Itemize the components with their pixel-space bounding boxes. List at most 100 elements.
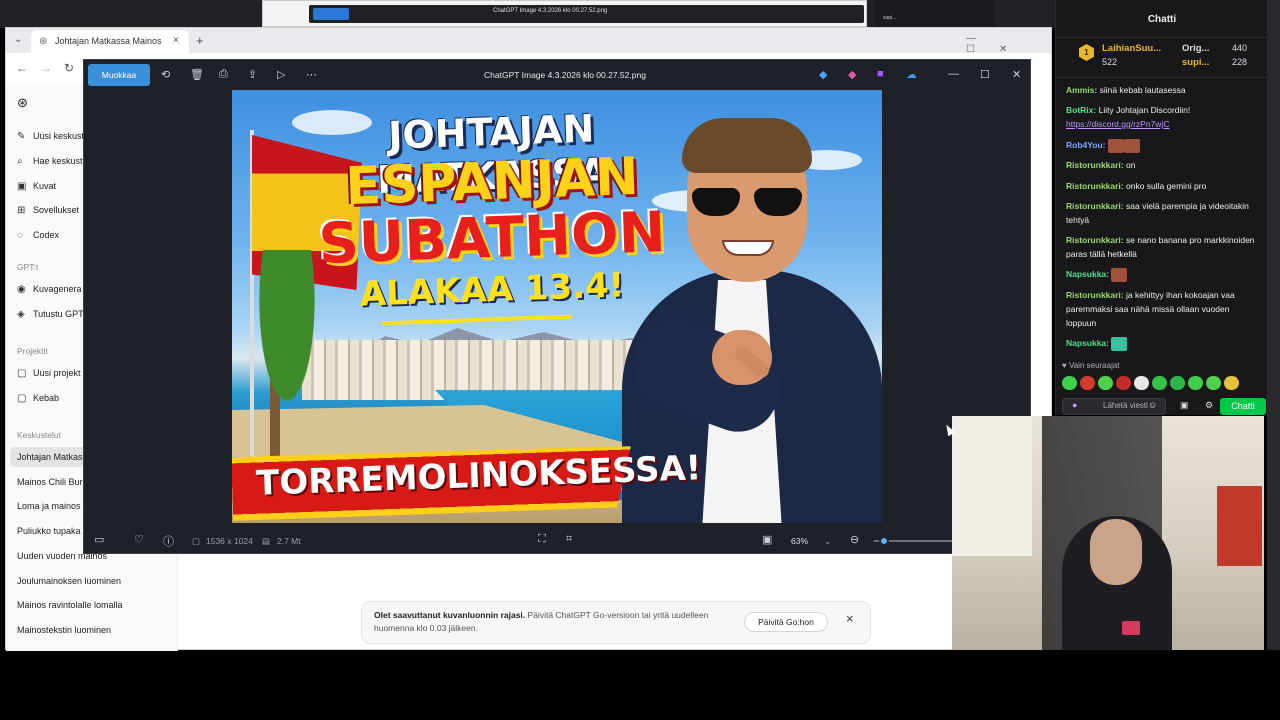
discord-link[interactable]: https://discord.gg/rzPn7wjC	[1066, 119, 1169, 129]
rotate-icon[interactable]: ⟲	[161, 68, 170, 81]
zoom-level[interactable]: 63%	[791, 536, 808, 546]
edit-button[interactable]: Muokkaa	[88, 64, 150, 86]
gpt-avatar-icon: ◉	[17, 284, 26, 295]
chat-username[interactable]: Napsukka:	[1066, 338, 1109, 348]
leader-name[interactable]: LaihianSuu...	[1102, 43, 1161, 54]
new-tab-button[interactable]: +	[196, 33, 204, 48]
info-icon[interactable]: ⓘ	[163, 533, 174, 549]
stream-chat-panel: Chatti 1 LaihianSuu... 522 Orig... 440 s…	[1055, 0, 1268, 415]
viewer-toolbar: Muokkaa ⟲ 🗑 ⎙ ⇪ ▷ ⋯ ChatGPT Image 4.3.20…	[84, 60, 1030, 90]
emote-icon[interactable]	[1152, 376, 1167, 390]
chat-send-button[interactable]: Chatti	[1220, 398, 1266, 415]
emote-icon[interactable]	[1224, 376, 1239, 390]
tab-list-icon[interactable]: ⌄	[14, 34, 22, 45]
chat-username[interactable]: BotRix:	[1066, 105, 1096, 115]
emote-icon[interactable]	[1116, 376, 1131, 390]
minimize-icon[interactable]: —	[948, 68, 959, 80]
zoom-slider-handle[interactable]	[879, 536, 889, 546]
sidebar-item-label: Uusi projekt	[33, 368, 81, 378]
image-limit-notice: Olet saavuttanut kuvanluonnin rajasi. Pä…	[361, 601, 871, 644]
chat-username[interactable]: Ammis:	[1066, 85, 1097, 95]
more-options-icon[interactable]: ⋯	[306, 68, 317, 81]
codex-icon: ◌	[17, 230, 23, 241]
onedrive-icon[interactable]: ☁	[906, 68, 917, 81]
chat-username[interactable]: Ristorunkkari:	[1066, 290, 1124, 300]
delete-icon[interactable]: 🗑	[190, 68, 204, 81]
date-underline	[381, 314, 573, 326]
chat-message: Ristorunkkari: se nano banana pro markki…	[1066, 233, 1262, 261]
folder-icon: ▢	[17, 393, 27, 404]
forward-button[interactable]: →	[40, 61, 52, 75]
emote-icon[interactable]	[1170, 376, 1185, 390]
chatgpt-favicon-icon: ⊛	[39, 36, 48, 47]
pencil-icon: ✎	[17, 131, 26, 142]
streamer-face	[1090, 519, 1142, 585]
search-icon: ⌕	[17, 156, 23, 167]
favorite-icon[interactable]: ♡	[134, 533, 144, 546]
crop-icon[interactable]: ⛶	[538, 533, 546, 546]
fit-to-window-icon[interactable]: ▣	[762, 533, 772, 546]
chat-username[interactable]: Ristorunkkari:	[1066, 235, 1124, 245]
close-icon[interactable]: ✕	[1012, 68, 1021, 81]
emote-icon[interactable]	[1206, 376, 1221, 390]
emote-bar	[1062, 376, 1262, 390]
reload-button[interactable]: ↻	[64, 61, 74, 75]
leader-count: 440	[1232, 43, 1248, 53]
chat-username[interactable]: Rob4You:	[1066, 140, 1106, 150]
chat-username[interactable]: Ristorunkkari:	[1066, 181, 1124, 191]
image-size-icon: ▢	[192, 536, 201, 546]
emoji-icon[interactable]: ☺	[1148, 400, 1157, 410]
image-dimensions: 1536 x 1024	[206, 536, 253, 546]
emote-icon[interactable]	[1134, 376, 1149, 390]
leader-name[interactable]: Orig...	[1182, 43, 1209, 54]
tab-title: Johtajan Matkassa Mainos	[55, 36, 162, 46]
chat-item[interactable]: Mainostekstin luominen	[17, 625, 177, 635]
chat-item[interactable]: Joulumainoksen luominen	[17, 576, 177, 586]
window-controls[interactable]: —☐✕	[966, 33, 1051, 55]
leader-name[interactable]: supi...	[1182, 57, 1209, 68]
designer-icon[interactable]: ◆	[819, 68, 827, 81]
chat-text: siinä kebab lautasessa	[1099, 85, 1186, 95]
visual-search-icon[interactable]: ⌗	[566, 533, 572, 546]
chat-username[interactable]: Ristorunkkari:	[1066, 160, 1124, 170]
tab-close-icon[interactable]: ×	[173, 35, 179, 46]
chat-item[interactable]: Mainos ravintolalle lomalla	[17, 600, 177, 610]
chat-username[interactable]: Ristorunkkari:	[1066, 201, 1124, 211]
chevron-down-icon[interactable]: ⌄	[824, 536, 831, 547]
chat-message: Napsukka:	[1066, 267, 1262, 282]
file-size-icon: ▤	[262, 536, 271, 546]
chat-username[interactable]: Napsukka:	[1066, 269, 1109, 279]
gear-icon[interactable]: ⚙	[1205, 400, 1213, 411]
chat-text: onko sulla gemini pro	[1126, 181, 1207, 191]
zoom-out-icon[interactable]: ⊖	[850, 533, 859, 546]
close-notice-icon[interactable]: ×	[846, 611, 854, 626]
followers-only-label: ♥ Vain seuraajat	[1062, 361, 1120, 370]
chat-text: on	[1126, 160, 1136, 170]
chat-message: BotRix: Liity Johtajan Discordiin! https:…	[1066, 103, 1262, 131]
slideshow-icon[interactable]: ▷	[277, 68, 285, 81]
copilot-icon[interactable]: ◆	[848, 68, 856, 81]
back-button[interactable]: ←	[16, 61, 28, 75]
emote-icon[interactable]	[1080, 376, 1095, 390]
share-icon[interactable]: ⇪	[248, 68, 257, 81]
mic-icon[interactable]: ●	[1072, 400, 1077, 410]
maximize-icon[interactable]: ☐	[980, 68, 990, 81]
filmstrip-icon[interactable]: ▭	[94, 533, 104, 546]
tab-johtajan-matkassa[interactable]: ⊛ Johtajan Matkassa Mainos ×	[31, 30, 189, 53]
gift-icon[interactable]: ▣	[1180, 400, 1189, 411]
emote-icon	[1111, 267, 1128, 282]
print-icon[interactable]: ⎙	[219, 68, 228, 81]
emote-icon[interactable]	[1098, 376, 1113, 390]
chat-message: Ristorunkkari: ja kehittyy ihan kokoajan…	[1066, 288, 1262, 330]
generated-thumbnail-image: JOHTAJAN MATKASSA ESPANJAN SUBATHON ALAK…	[232, 90, 882, 523]
clipchamp-icon[interactable]: ■	[877, 68, 884, 80]
sidebar-item-label: Codex	[33, 230, 60, 240]
leader-count: 228	[1232, 57, 1248, 67]
chats-heading: Keskustelut	[17, 430, 61, 440]
upgrade-go-button[interactable]: Päivitä Go:hon	[744, 612, 828, 632]
background-chat-text: supi...	[883, 15, 897, 21]
emote-icon[interactable]	[1188, 376, 1203, 390]
sidebar-item-label: Tutustu GPT	[33, 309, 84, 319]
emote-icon[interactable]	[1062, 376, 1077, 390]
background-chat-window: supi...	[875, 0, 995, 27]
